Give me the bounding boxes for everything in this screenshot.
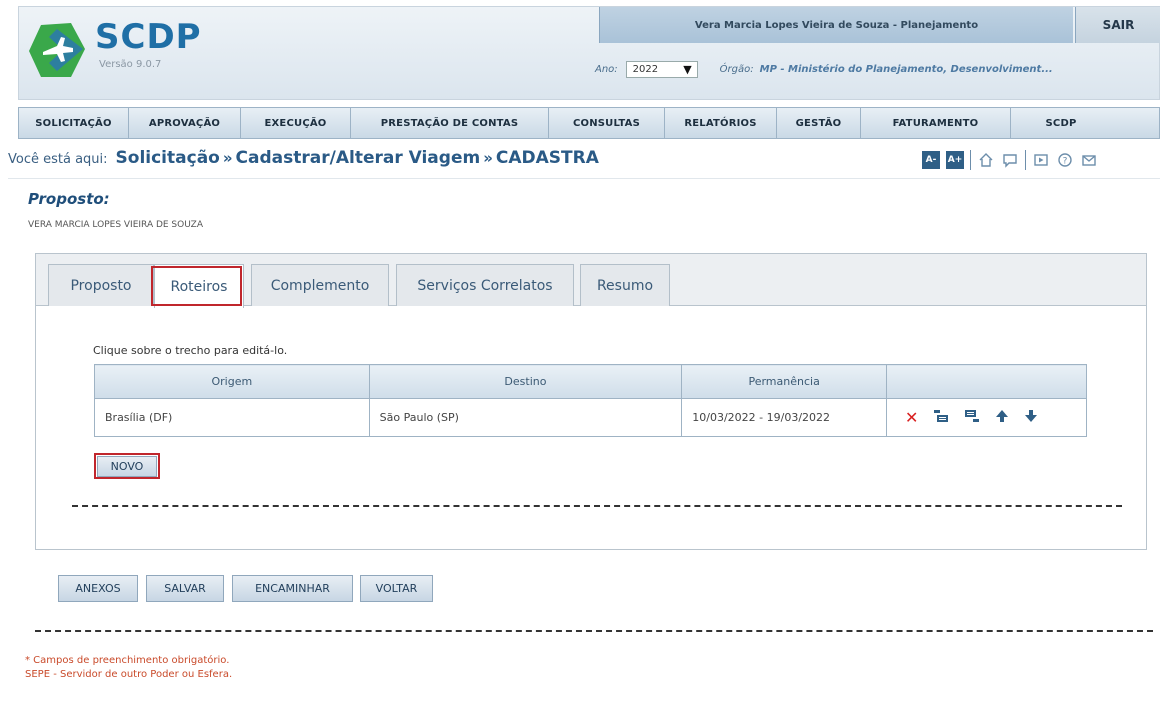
arrow-down-icon[interactable] — [1024, 409, 1038, 426]
arrow-up-icon[interactable] — [995, 409, 1009, 426]
insert-after-icon[interactable] — [964, 409, 980, 426]
breadcrumb-label: Você está aqui: — [8, 152, 108, 167]
nav-execucao[interactable]: EXECUÇÃO — [241, 108, 351, 138]
active-tab-highlight — [151, 266, 242, 306]
app-logo-text: SCDP — [95, 17, 202, 57]
org-value: MP - Ministério do Planejamento, Desenvo… — [759, 64, 1053, 75]
tab-resumo[interactable]: Resumo — [580, 264, 670, 306]
breadcrumb-separator: » — [222, 149, 233, 167]
chevron-down-icon: ▼ — [683, 63, 692, 76]
column-header: Origem — [94, 364, 370, 399]
decrease-font-button[interactable]: A- — [922, 151, 940, 169]
row-actions: ✕ — [886, 398, 1087, 437]
roteiros-hint: Clique sobre o trecho para editá-lo. — [93, 344, 288, 357]
origem-cell[interactable]: Brasília (DF) — [94, 398, 370, 437]
sepe-note: SEPE - Servidor de outro Poder ou Esfera… — [25, 669, 233, 680]
nav-aprovacao[interactable]: APROVAÇÃO — [129, 108, 241, 138]
logout-button[interactable]: SAIR — [1075, 7, 1160, 43]
app-version: Versão 9.0.7 — [99, 59, 162, 70]
tab-servicos-correlatos[interactable]: Serviços Correlatos — [396, 264, 574, 306]
breadcrumb: Você está aqui: Solicitação » Cadastrar/… — [8, 148, 599, 168]
divider-dashed — [72, 505, 1122, 507]
row-actions-group: ✕ — [897, 408, 1086, 427]
encaminhar-button[interactable]: ENCAMINHAR — [232, 575, 353, 602]
divider — [970, 150, 971, 170]
tab-proposto[interactable]: Proposto — [48, 264, 154, 306]
nav-prestacao-contas[interactable]: PRESTAÇÃO DE CONTAS — [351, 108, 549, 138]
year-org-row: Ano: 2022 ▼ Órgão: MP - Ministério do Pl… — [595, 61, 1053, 78]
app-header: SCDP Versão 9.0.7 Vera Marcia Lopes Viei… — [18, 6, 1160, 100]
delete-icon[interactable]: ✕ — [905, 408, 918, 427]
anexos-button[interactable]: ANEXOS — [58, 575, 138, 602]
divider — [1025, 150, 1026, 170]
breadcrumb-item[interactable]: Cadastrar/Alterar Viagem — [236, 148, 481, 168]
help-icon[interactable]: ? — [1056, 151, 1074, 169]
voltar-button[interactable]: VOLTAR — [360, 575, 433, 602]
org-label: Órgão: — [719, 64, 754, 75]
increase-font-button[interactable]: A+ — [946, 151, 964, 169]
nav-consultas[interactable]: CONSULTAS — [549, 108, 665, 138]
destino-cell[interactable]: São Paulo (SP) — [368, 398, 683, 437]
breadcrumb-item[interactable]: Solicitação — [116, 148, 220, 168]
mail-icon[interactable] — [1080, 151, 1098, 169]
roteiros-table: Origem Destino Permanência Brasília (DF)… — [94, 364, 1087, 437]
permanencia-cell[interactable]: 10/03/2022 - 19/03/2022 — [681, 398, 888, 437]
column-header: Destino — [368, 364, 683, 399]
scdp-logo-icon — [27, 19, 89, 81]
nav-gestao[interactable]: GESTÃO — [777, 108, 861, 138]
novo-button-highlight — [94, 453, 160, 479]
insert-before-icon[interactable] — [933, 409, 949, 426]
breadcrumb-separator: » — [483, 149, 493, 167]
column-header: Permanência — [681, 364, 888, 399]
user-name: Vera Marcia Lopes Vieira de Souza - Plan… — [599, 7, 1073, 43]
svg-text:?: ? — [1063, 157, 1068, 167]
table-row[interactable]: Brasília (DF) São Paulo (SP) 10/03/2022 … — [94, 398, 1087, 437]
salvar-button[interactable]: SALVAR — [146, 575, 224, 602]
required-note: * Campos de preenchimento obrigatório. — [25, 655, 230, 666]
breadcrumb-item-current: CADASTRA — [495, 148, 599, 168]
page-tools: A- A+ ? — [922, 150, 1098, 170]
year-label: Ano: — [595, 64, 618, 75]
chat-icon[interactable] — [1001, 151, 1019, 169]
nav-scdp[interactable]: SCDP — [1011, 108, 1111, 138]
divider-dashed — [35, 630, 1153, 632]
tab-complemento[interactable]: Complemento — [251, 264, 389, 306]
proposto-title: Proposto: — [28, 190, 110, 208]
video-icon[interactable] — [1032, 151, 1050, 169]
nav-relatorios[interactable]: RELATÓRIOS — [665, 108, 777, 138]
year-select[interactable]: 2022 ▼ — [625, 61, 698, 78]
year-value: 2022 — [632, 64, 659, 75]
main-nav: SOLICITAÇÃO APROVAÇÃO EXECUÇÃO PRESTAÇÃO… — [18, 107, 1160, 139]
proposto-name: VERA MARCIA LOPES VIEIRA DE SOUZA — [28, 220, 203, 230]
nav-faturamento[interactable]: FATURAMENTO — [861, 108, 1011, 138]
nav-solicitacao[interactable]: SOLICITAÇÃO — [19, 108, 129, 138]
column-header — [886, 364, 1087, 399]
home-icon[interactable] — [977, 151, 995, 169]
